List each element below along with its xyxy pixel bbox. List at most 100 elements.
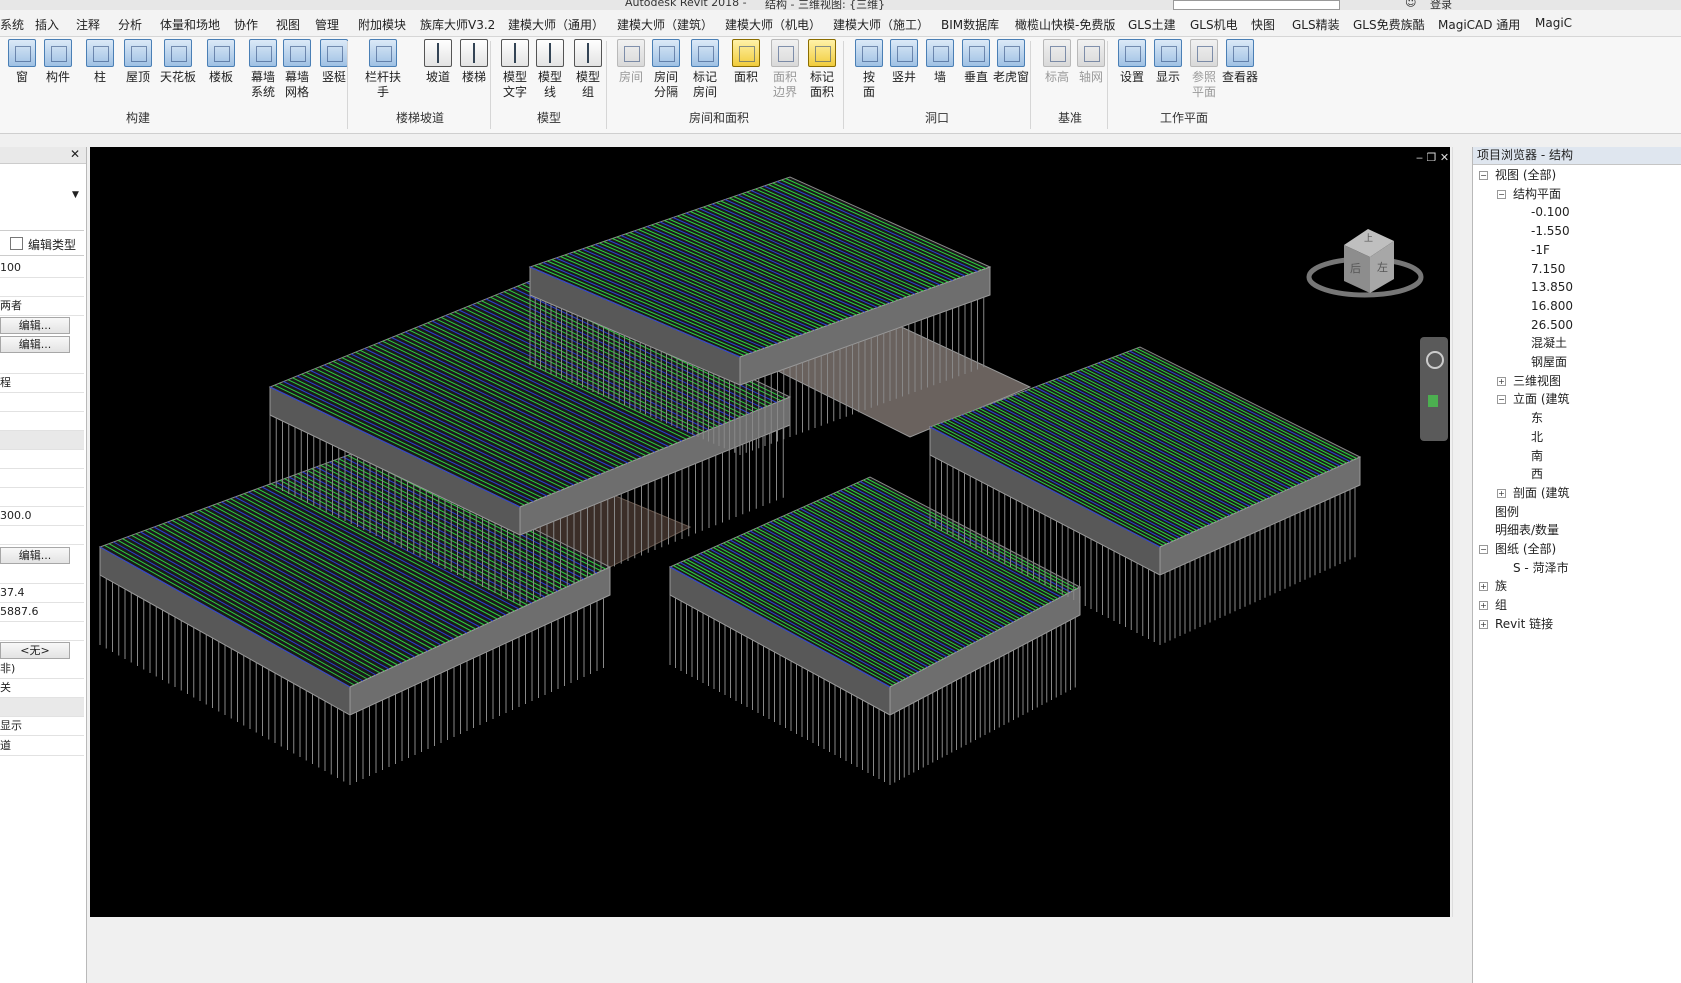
browser-node[interactable]: 西 (1531, 466, 1543, 483)
ribbon-tool-icon[interactable] (8, 39, 36, 67)
browser-node[interactable]: 结构平面 (1513, 186, 1561, 203)
ribbon-tool[interactable]: 柱 (82, 39, 118, 85)
ribbon-tool-icon[interactable] (369, 39, 397, 67)
tab-item[interactable]: 分析 (118, 16, 142, 33)
ribbon-tool[interactable]: 房间 (613, 39, 649, 85)
tab-item[interactable]: 橄榄山快模-免费版 (1015, 16, 1115, 33)
browser-node[interactable]: 剖面 (建筑 (1513, 485, 1570, 502)
ribbon-tool-icon[interactable] (1118, 39, 1146, 67)
ribbon-tool-icon[interactable] (460, 39, 488, 67)
ribbon-tool[interactable]: 模型线 (532, 39, 568, 100)
ribbon-tool-icon[interactable] (732, 39, 760, 67)
tab-item[interactable]: BIM数据库 (941, 16, 999, 33)
browser-node[interactable]: 钢屋面 (1531, 354, 1567, 371)
ribbon-tool-icon[interactable] (1190, 39, 1218, 67)
edit-button[interactable]: 编辑... (0, 336, 70, 354)
browser-node[interactable]: 视图 (全部) (1495, 167, 1556, 184)
ribbon-tool[interactable]: 栏杆扶手 (365, 39, 401, 100)
tab-item[interactable]: 系统 (0, 16, 24, 33)
viewport-scrollbar[interactable] (1452, 147, 1471, 917)
ribbon-tool-icon[interactable] (283, 39, 311, 67)
close-icon[interactable]: ✕ (70, 147, 80, 161)
ribbon-tool-icon[interactable] (652, 39, 680, 67)
tab-item[interactable]: 建模大师（施工） (833, 16, 929, 33)
browser-node[interactable]: 组 (1495, 597, 1507, 614)
browser-node[interactable]: -1F (1531, 242, 1550, 259)
browser-node[interactable]: 13.850 (1531, 279, 1573, 296)
tab-item[interactable]: 协作 (234, 16, 258, 33)
user-icon[interactable]: ☺ (1405, 0, 1416, 9)
ribbon-tool[interactable]: 楼梯 (456, 39, 492, 85)
ribbon-tool[interactable]: 标记 房间 (687, 39, 723, 100)
ribbon-tool-icon[interactable] (536, 39, 564, 67)
ribbon-tool-icon[interactable] (164, 39, 192, 67)
type-selector[interactable]: ▼ (0, 164, 84, 231)
ribbon-tool[interactable]: 幕墙 系统 (245, 39, 281, 100)
ribbon-tool[interactable]: 天花板 (160, 39, 196, 85)
ribbon-tool[interactable]: 窗 (4, 39, 40, 85)
edit-button[interactable]: <无> (0, 642, 70, 659)
tab-item[interactable]: 体量和场地 (160, 16, 220, 33)
ribbon-tool[interactable]: 屋顶 (120, 39, 156, 85)
browser-node[interactable]: 三维视图 (1513, 373, 1561, 390)
ribbon-tool-icon[interactable] (249, 39, 277, 67)
ribbon-tool-icon[interactable] (44, 39, 72, 67)
edit-button[interactable]: 编辑... (0, 317, 70, 335)
ribbon-tool[interactable]: 竖井 (886, 39, 922, 85)
browser-node[interactable]: 16.800 (1531, 298, 1573, 315)
login-link[interactable]: 登录 (1430, 0, 1452, 10)
ribbon-tool[interactable]: 坡道 (420, 39, 456, 85)
ribbon-tool-icon[interactable] (124, 39, 152, 67)
ribbon-tool[interactable]: 轴网 (1073, 39, 1109, 85)
zoom-icon[interactable] (1428, 395, 1438, 407)
ribbon-tool-icon[interactable] (926, 39, 954, 67)
tree-toggle-icon[interactable]: − (1497, 189, 1506, 199)
ribbon-tool-icon[interactable] (1043, 39, 1071, 67)
search-input[interactable] (1173, 0, 1340, 10)
ribbon-tool-icon[interactable] (855, 39, 883, 67)
browser-node[interactable]: 东 (1531, 410, 1543, 427)
ribbon-tool[interactable]: 显示 (1150, 39, 1186, 85)
navigation-bar[interactable] (1420, 337, 1448, 441)
ribbon-tool[interactable]: 按面 (851, 39, 887, 100)
ribbon-tool[interactable]: 模型 文字 (497, 39, 533, 100)
steering-wheel-icon[interactable] (1426, 351, 1444, 369)
tab-item[interactable]: 建模大师（建筑） (617, 16, 713, 33)
edit-type-icon[interactable] (10, 237, 23, 250)
browser-node[interactable]: 立面 (建筑 (1513, 391, 1570, 408)
tab-item[interactable]: MagiC (1535, 16, 1572, 30)
browser-node[interactable]: 7.150 (1531, 261, 1565, 278)
ribbon-tool-icon[interactable] (808, 39, 836, 67)
tab-item[interactable]: GLS土建 (1128, 16, 1176, 33)
browser-node[interactable]: 明细表/数量 (1495, 522, 1559, 539)
ribbon-tool-icon[interactable] (962, 39, 990, 67)
tab-item[interactable]: 建模大师（通用） (508, 16, 604, 33)
browser-node[interactable]: -0.100 (1531, 204, 1570, 221)
ribbon-tool-icon[interactable] (617, 39, 645, 67)
ribbon-tool-icon[interactable] (997, 39, 1025, 67)
browser-node[interactable]: -1.550 (1531, 223, 1570, 240)
tab-item[interactable]: 快图 (1251, 16, 1275, 33)
tab-item[interactable]: 建模大师（机电） (725, 16, 821, 33)
browser-node[interactable]: 南 (1531, 448, 1543, 465)
ribbon-tool[interactable]: 标高 (1039, 39, 1075, 85)
ribbon-tool[interactable]: 参照 平面 (1186, 39, 1222, 100)
ribbon-tool-icon[interactable] (1226, 39, 1254, 67)
ribbon-tool[interactable]: 垂直 (958, 39, 994, 85)
3d-viewport[interactable]: ‒ ❐ ✕ 上 后 左 (90, 147, 1450, 917)
ribbon-tool-icon[interactable] (890, 39, 918, 67)
ribbon-tool-icon[interactable] (1077, 39, 1105, 67)
ribbon-tool[interactable]: 设置 (1114, 39, 1150, 85)
browser-node[interactable]: Revit 链接 (1495, 616, 1553, 633)
view-window-controls[interactable]: ‒ ❐ ✕ (1416, 151, 1449, 164)
browser-node[interactable]: 族 (1495, 578, 1507, 595)
tab-item[interactable]: GLS精装 (1292, 16, 1340, 33)
browser-node[interactable]: 北 (1531, 429, 1543, 446)
ribbon-tool-icon[interactable] (86, 39, 114, 67)
ribbon-tool-icon[interactable] (574, 39, 602, 67)
tree-toggle-icon[interactable]: + (1479, 582, 1488, 592)
ribbon-tool-icon[interactable] (691, 39, 719, 67)
ribbon-tool[interactable]: 老虎窗 (993, 39, 1029, 85)
viewcube[interactable]: 上 后 左 (1306, 227, 1424, 301)
ribbon-tool-icon[interactable] (771, 39, 799, 67)
